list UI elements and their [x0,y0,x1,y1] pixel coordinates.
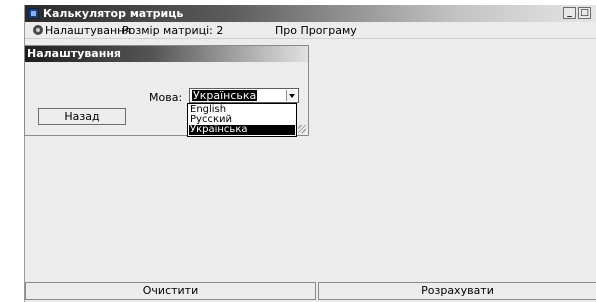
language-dropdown-list: English Русский Українська [187,103,297,137]
settings-panel-title: Налаштування [27,47,121,60]
settings-panel-header: Налаштування [25,46,308,62]
minimize-button[interactable]: _ [563,7,576,19]
clear-button[interactable]: Очистити [25,282,316,300]
title-bar[interactable]: Калькулятор матриць _ □ [25,5,596,22]
app-icon [28,8,39,19]
menu-matrix-size[interactable]: Розмір матриці: 2 [122,24,223,37]
language-option-ukrainian[interactable]: Українська [189,125,295,135]
language-combobox[interactable]: Українська [189,88,299,103]
menu-settings[interactable]: Налаштування [45,24,131,37]
language-combobox-value: Українська [192,89,258,102]
language-label: Мова: [149,91,183,104]
menu-about[interactable]: Про Програму [275,24,357,37]
gear-icon [33,25,43,35]
calculate-button[interactable]: Розрахувати [318,282,596,300]
back-button[interactable]: Назад [38,108,126,125]
menu-bar: Налаштування Розмір матриці: 2 Про Прогр… [25,22,596,39]
resize-grip-icon[interactable] [298,125,306,133]
maximize-button[interactable]: □ [578,7,591,19]
window-title: Калькулятор матриць [43,7,184,20]
chevron-down-icon[interactable] [286,90,297,101]
